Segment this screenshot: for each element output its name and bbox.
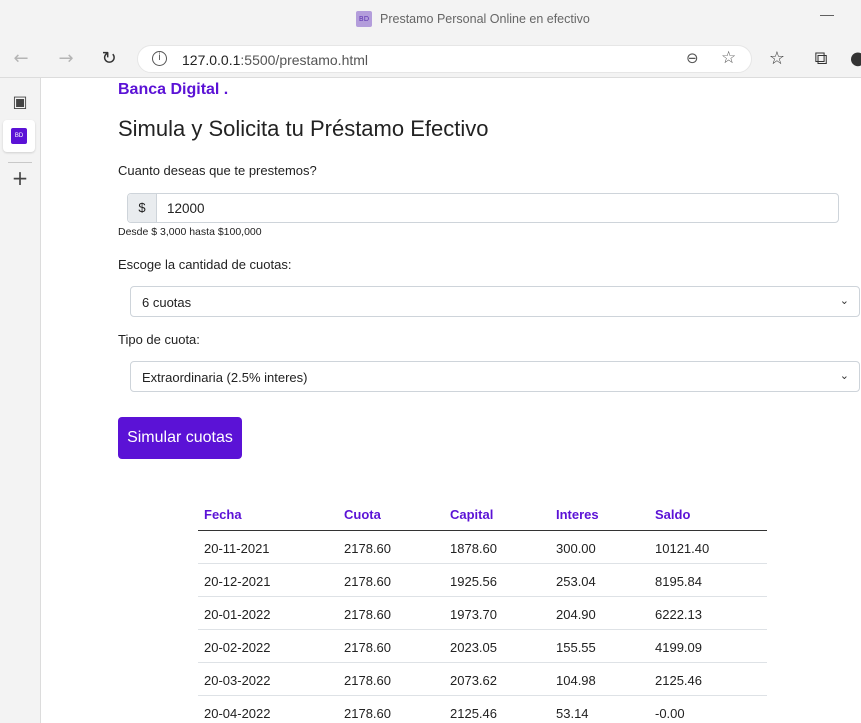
header-saldo: Saldo <box>655 507 691 522</box>
url-text[interactable]: 127.0.0.1:5500/prestamo.html <box>182 52 368 68</box>
amount-input[interactable] <box>157 194 838 222</box>
tipo-label: Tipo de cuota: <box>118 332 200 347</box>
cell-saldo: 10121.40 <box>655 541 710 556</box>
brand-logo[interactable]: Banca Digital . <box>118 81 228 99</box>
amount-label: Cuanto deseas que te prestemos? <box>118 163 317 178</box>
cell-capital: 2125.46 <box>450 706 497 721</box>
back-arrow-icon[interactable]: ← <box>8 46 34 72</box>
tab-favicon-icon: BD <box>11 128 27 144</box>
table-row: 20-11-2021 2178.60 1878.60 300.00 10121.… <box>198 531 767 564</box>
forward-arrow-icon[interactable]: → <box>53 46 79 72</box>
cell-capital: 2073.62 <box>450 673 497 688</box>
profile-icon[interactable]: ● <box>850 46 861 72</box>
cell-interes: 300.00 <box>556 541 596 556</box>
chevron-down-icon: ⌄ <box>839 294 849 307</box>
cell-saldo: 6222.13 <box>655 607 702 622</box>
page-title: Simula y Solicita tu Préstamo Efectivo <box>118 116 489 141</box>
cell-fecha: 20-04-2022 <box>204 706 271 721</box>
title-bar: BD Prestamo Personal Online en efectivo … <box>0 0 861 40</box>
cuotas-select[interactable]: 6 cuotas ⌄ <box>130 286 860 317</box>
table-row: 20-02-2022 2178.60 2023.05 155.55 4199.0… <box>198 630 767 663</box>
tab-actions-icon[interactable]: ▣ <box>7 89 33 115</box>
cell-fecha: 20-11-2021 <box>204 541 270 556</box>
tipo-cuota-select[interactable]: Extraordinaria (2.5% interes) ⌄ <box>130 361 860 392</box>
cell-cuota: 2178.60 <box>344 574 391 589</box>
cell-capital: 1925.56 <box>450 574 497 589</box>
url-path: :5500/prestamo.html <box>240 52 369 68</box>
add-favorite-icon[interactable]: ☆ <box>721 48 736 68</box>
new-tab-plus-icon[interactable]: + <box>7 165 33 191</box>
page-content: Banca Digital . Simula y Solicita tu Pré… <box>41 79 861 723</box>
cell-interes: 104.98 <box>556 673 596 688</box>
collections-icon[interactable]: ⧉ <box>808 46 834 72</box>
currency-prefix: $ <box>128 194 157 222</box>
cell-fecha: 20-03-2022 <box>204 673 271 688</box>
amount-hint: Desde $ 3,000 hasta $100,000 <box>118 226 262 238</box>
active-tab[interactable]: BD <box>3 120 35 152</box>
schedule-table: Fecha Cuota Capital Interes Saldo 20-11-… <box>198 498 767 723</box>
window-title: Prestamo Personal Online en efectivo <box>380 12 590 26</box>
tipo-selected-value: Extraordinaria (2.5% interes) <box>142 370 308 385</box>
cell-cuota: 2178.60 <box>344 706 391 721</box>
site-favicon-icon: BD <box>356 11 372 27</box>
chevron-down-icon: ⌄ <box>839 369 849 382</box>
address-bar[interactable]: i 127.0.0.1:5500/prestamo.html ⊖ ☆ <box>137 45 752 73</box>
table-row: 20-12-2021 2178.60 1925.56 253.04 8195.8… <box>198 564 767 597</box>
header-capital: Capital <box>450 507 494 522</box>
cell-interes: 53.14 <box>556 706 589 721</box>
cell-interes: 155.55 <box>556 640 596 655</box>
simulate-button[interactable]: Simular cuotas <box>118 417 242 459</box>
cell-fecha: 20-01-2022 <box>204 607 271 622</box>
table-header: Fecha Cuota Capital Interes Saldo <box>198 498 767 531</box>
cell-cuota: 2178.60 <box>344 607 391 622</box>
cell-capital: 2023.05 <box>450 640 497 655</box>
cell-fecha: 20-12-2021 <box>204 574 271 589</box>
cell-saldo: 2125.46 <box>655 673 702 688</box>
favorites-icon[interactable]: ☆ <box>764 46 790 72</box>
minimize-button[interactable]: — <box>820 6 834 22</box>
browser-toolbar: ← → ↻ i 127.0.0.1:5500/prestamo.html ⊖ ☆… <box>0 40 861 78</box>
header-cuota: Cuota <box>344 507 381 522</box>
zoom-out-icon[interactable]: ⊖ <box>686 49 699 67</box>
cell-interes: 253.04 <box>556 574 596 589</box>
cell-fecha: 20-02-2022 <box>204 640 271 655</box>
cell-cuota: 2178.60 <box>344 640 391 655</box>
cuotas-selected-value: 6 cuotas <box>142 295 192 310</box>
cell-capital: 1878.60 <box>450 541 497 556</box>
cell-cuota: 2178.60 <box>344 541 391 556</box>
header-interes: Interes <box>556 507 599 522</box>
cell-saldo: 8195.84 <box>655 574 702 589</box>
vertical-tab-strip: ▣ BD + <box>0 78 41 723</box>
tab-divider <box>8 162 32 163</box>
table-row: 20-04-2022 2178.60 2125.46 53.14 -0.00 <box>198 696 767 723</box>
table-row: 20-03-2022 2178.60 2073.62 104.98 2125.4… <box>198 663 767 696</box>
cell-interes: 204.90 <box>556 607 596 622</box>
url-host: 127.0.0.1 <box>182 52 241 68</box>
amount-input-group: $ <box>127 193 839 223</box>
cell-capital: 1973.70 <box>450 607 497 622</box>
site-info-icon[interactable]: i <box>152 51 167 66</box>
cell-saldo: 4199.09 <box>655 640 702 655</box>
cell-saldo: -0.00 <box>655 706 685 721</box>
cuotas-label: Escoge la cantidad de cuotas: <box>118 257 292 272</box>
refresh-icon[interactable]: ↻ <box>96 46 122 72</box>
table-row: 20-01-2022 2178.60 1973.70 204.90 6222.1… <box>198 597 767 630</box>
header-fecha: Fecha <box>204 507 242 522</box>
cell-cuota: 2178.60 <box>344 673 391 688</box>
